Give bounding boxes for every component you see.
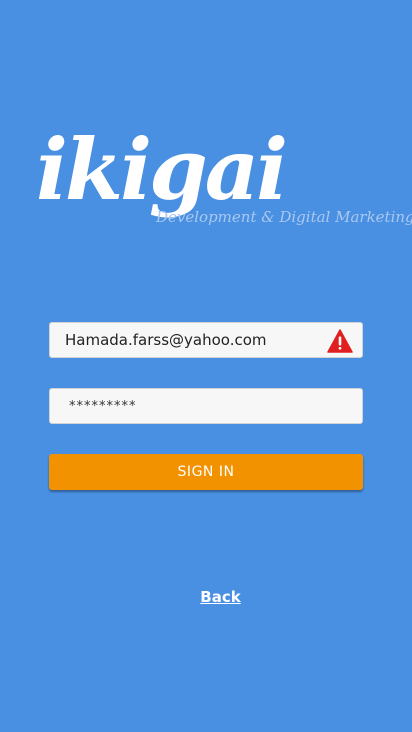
sign-in-button[interactable]: SIGN IN xyxy=(49,454,363,490)
password-field-container xyxy=(49,388,363,424)
password-field[interactable] xyxy=(50,389,362,423)
logo-tagline: Development & Digital Marketing xyxy=(156,208,412,226)
back-link[interactable]: Back xyxy=(0,588,412,606)
warning-icon xyxy=(327,329,353,353)
email-field-container xyxy=(49,322,363,358)
app-logo: ikigai Development & Digital Marketing xyxy=(36,120,412,250)
email-field[interactable] xyxy=(50,323,362,357)
logo-wordmark: ikigai xyxy=(36,120,288,219)
